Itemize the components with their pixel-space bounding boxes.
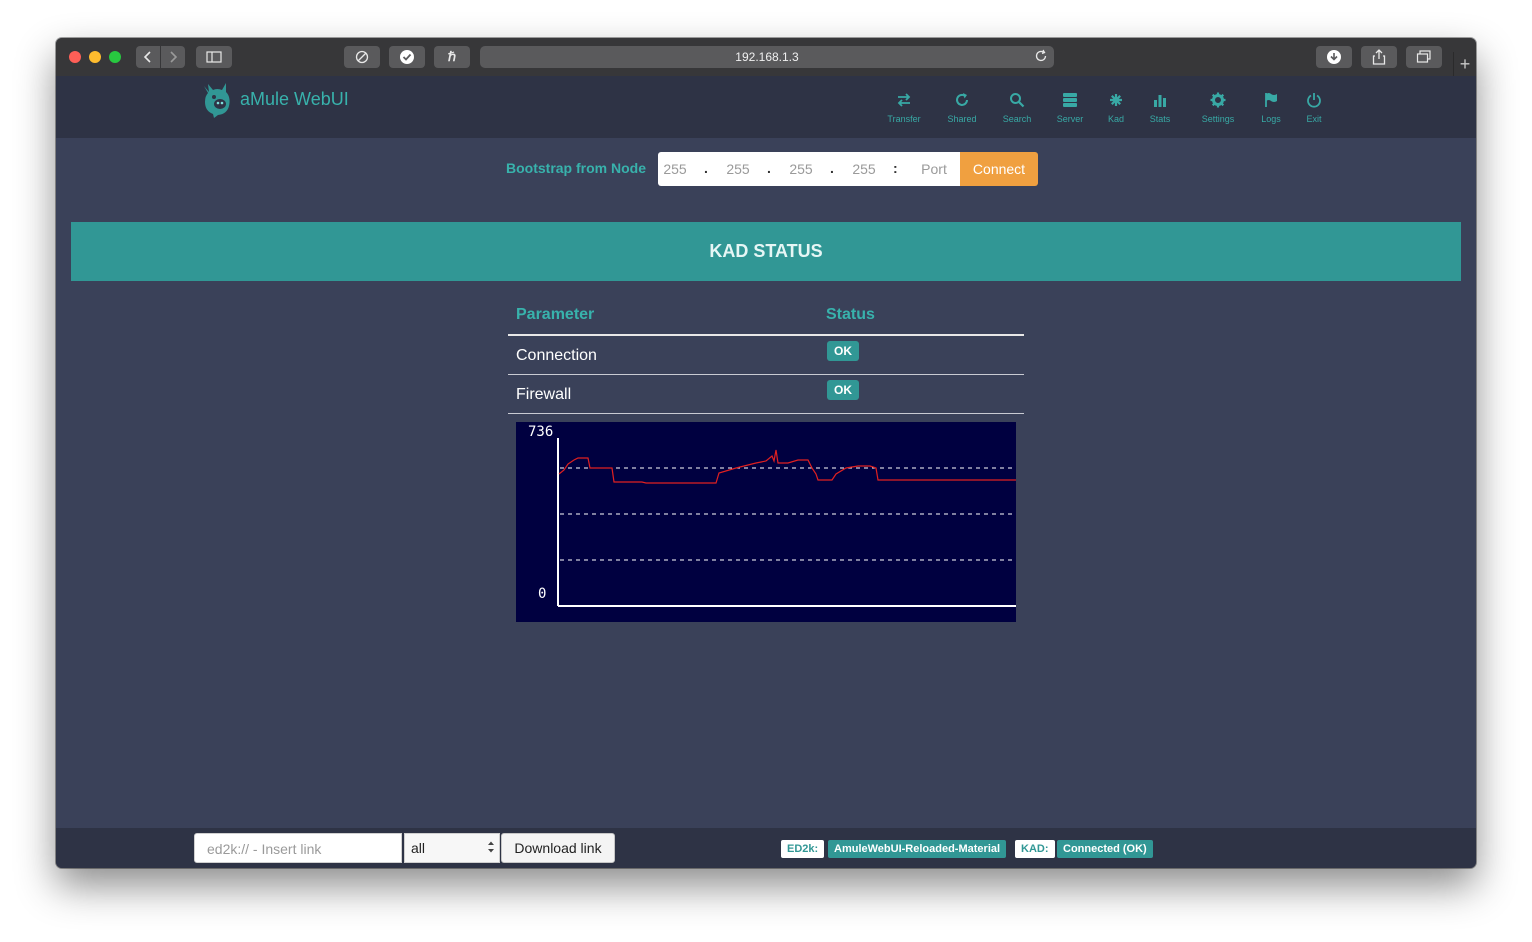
nav-exit[interactable]: Exit [1290, 90, 1338, 124]
downloads-button[interactable] [1316, 46, 1352, 68]
share-icon [1372, 49, 1386, 65]
nav-server[interactable]: Server [1046, 90, 1094, 124]
transfer-icon [897, 93, 911, 107]
minimize-window-button[interactable] [89, 51, 101, 63]
nav-kad-label: Kad [1107, 114, 1124, 124]
app-navbar: aMule WebUI Transfer Shared Search Serve… [56, 76, 1476, 138]
select-arrows-icon [488, 841, 494, 853]
category-select-value: all [411, 840, 426, 856]
tabs-icon [1416, 50, 1431, 63]
ed2k-link-input[interactable]: ed2k:// - Insert link [194, 833, 402, 863]
check-circle-icon [400, 50, 414, 64]
chevron-left-icon [143, 51, 151, 63]
browser-toolbar: ℏ 192.168.1.3 + [56, 38, 1476, 77]
download-icon [1327, 50, 1341, 64]
kad-nodes-graph: 736 0 [516, 422, 1016, 622]
nav-exit-label: Exit [1306, 114, 1322, 124]
forward-button[interactable] [161, 46, 185, 68]
extension-button-3[interactable]: ℏ [434, 46, 470, 68]
row-parameter: Firewall [516, 386, 572, 403]
amule-logo-icon [204, 83, 230, 118]
ip-octet-3-input[interactable]: 255 [781, 161, 821, 177]
nav-stats[interactable]: Stats [1136, 90, 1184, 124]
extension-button-1[interactable] [344, 46, 380, 68]
nav-shared[interactable]: Shared [938, 90, 986, 124]
reload-icon[interactable] [1034, 49, 1048, 63]
sidebar-toggle-button[interactable] [196, 46, 232, 68]
nav-settings-label: Settings [1201, 114, 1235, 124]
column-header-parameter: Parameter [516, 306, 595, 323]
table-row: Connection OK [508, 336, 1024, 375]
hotkey-icon: ℏ [447, 49, 457, 64]
nav-kad[interactable]: Kad [1092, 90, 1140, 124]
nav-transfer[interactable]: Transfer [880, 90, 928, 124]
stats-icon [1154, 95, 1166, 107]
kad-status-title: KAD STATUS [709, 241, 823, 261]
graph-y-max-label: 736 [528, 424, 553, 440]
nav-server-label: Server [1056, 114, 1084, 124]
chevron-right-icon [170, 51, 178, 63]
new-tab-button[interactable]: + [1453, 52, 1476, 76]
search-icon [1010, 93, 1025, 108]
bootstrap-label: Bootstrap from Node [506, 160, 646, 176]
extension-icon [355, 50, 369, 64]
nav-stats-label: Stats [1149, 114, 1171, 124]
port-input[interactable]: Port [914, 161, 954, 177]
graph-y-min-label: 0 [538, 586, 546, 602]
status-badge: OK [827, 341, 859, 361]
browser-window: ℏ 192.168.1.3 + aMule WebUI Transfer Sha… [56, 38, 1476, 868]
share-button[interactable] [1361, 46, 1397, 68]
url-text: 192.168.1.3 [735, 50, 799, 64]
app-logo[interactable]: aMule WebUI [200, 80, 349, 118]
table-header: Parameter Status [508, 300, 1024, 336]
ip-octet-4-input[interactable]: 255 [844, 161, 884, 177]
tabs-overview-button[interactable] [1406, 46, 1442, 68]
ed2k-status-label: ED2k: [781, 840, 825, 858]
gear-icon [1210, 92, 1226, 108]
download-link-button[interactable]: Download link [501, 833, 615, 863]
zoom-window-button[interactable] [109, 51, 121, 63]
address-bar[interactable]: 192.168.1.3 [480, 46, 1054, 68]
extension-button-2[interactable] [389, 46, 425, 68]
nav-search-label: Search [1002, 114, 1032, 124]
back-button[interactable] [136, 46, 160, 68]
category-select[interactable]: all [404, 833, 500, 863]
connect-button[interactable]: Connect [960, 152, 1038, 186]
ip-octet-1-input[interactable]: 255 [655, 161, 695, 177]
kad-status-header: KAD STATUS [71, 222, 1461, 281]
nav-shared-label: Shared [947, 114, 977, 124]
sidebar-icon [206, 51, 222, 63]
kad-status-table: Parameter Status Connection OK Firewall … [508, 300, 1024, 414]
ed2k-status-value: AmuleWebUI-Reloaded-Material [828, 840, 1007, 858]
kad-icon [1110, 94, 1122, 106]
column-header-status: Status [826, 306, 875, 323]
row-parameter: Connection [516, 347, 597, 364]
nav-settings[interactable]: Settings [1194, 90, 1242, 124]
ip-separator-2: . [767, 160, 771, 176]
ip-octet-2-input[interactable]: 255 [718, 161, 758, 177]
bootstrap-ip-group: 255 . 255 . 255 . 255 : Port [658, 152, 960, 186]
nav-search[interactable]: Search [993, 90, 1041, 124]
app-title: aMule WebUI [240, 88, 349, 109]
close-window-button[interactable] [69, 51, 81, 63]
ip-separator-1: . [704, 160, 708, 176]
bootstrap-form: Bootstrap from Node 255 . 255 . 255 . 25… [56, 152, 1476, 186]
footer-bar: ed2k:// - Insert link all Download link … [56, 828, 1476, 868]
power-icon [1307, 93, 1321, 108]
flag-icon [1265, 93, 1277, 107]
port-separator: : [893, 160, 898, 176]
server-icon [1063, 93, 1077, 107]
kad-status-value: Connected (OK) [1057, 840, 1153, 858]
nav-logs-label: Logs [1261, 114, 1281, 124]
ip-separator-3: . [830, 160, 834, 176]
shared-icon [956, 93, 968, 106]
table-row: Firewall OK [508, 375, 1024, 414]
nav-logs[interactable]: Logs [1247, 90, 1295, 124]
kad-status-label: KAD: [1015, 840, 1055, 858]
nav-transfer-label: Transfer [887, 114, 921, 124]
status-badge: OK [827, 380, 859, 400]
